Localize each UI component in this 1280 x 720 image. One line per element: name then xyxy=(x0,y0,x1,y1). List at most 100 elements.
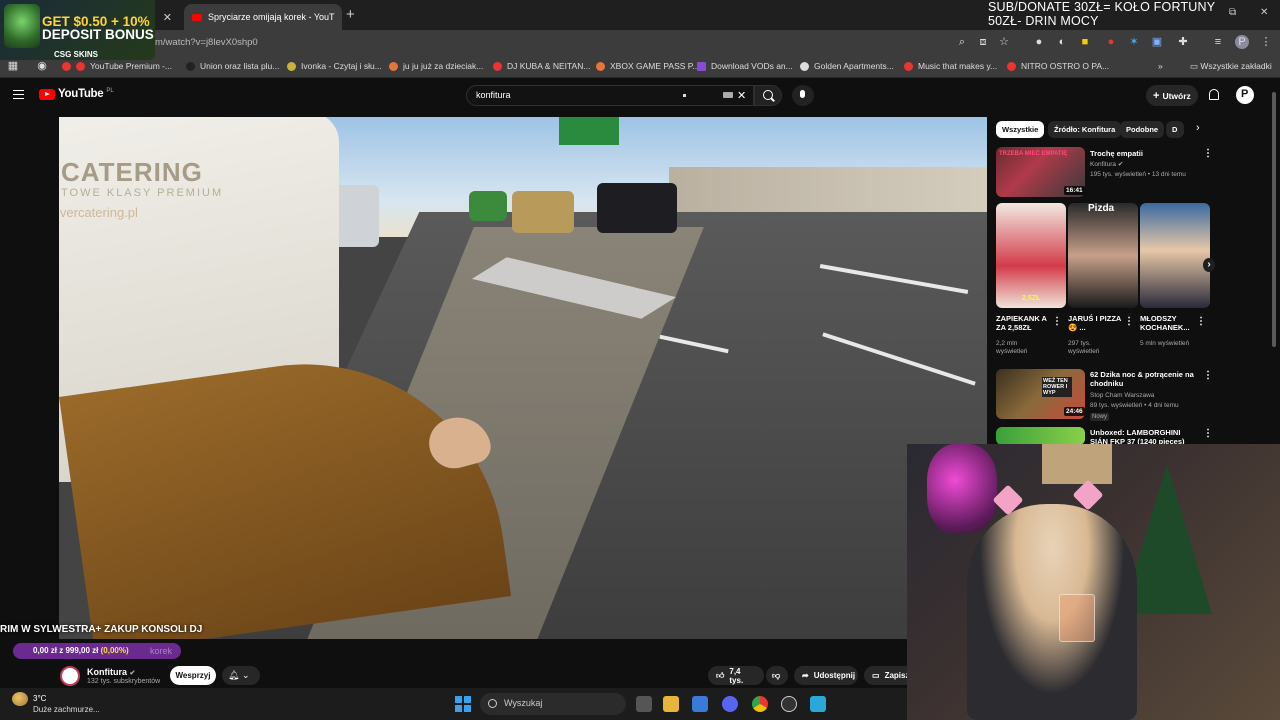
search-input[interactable]: konfitura xyxy=(466,85,754,106)
more-options-icon[interactable]: ⋮ xyxy=(1052,316,1062,327)
video-duration: 16:41 xyxy=(1064,186,1085,195)
short-thumbnail[interactable]: Pizda xyxy=(1068,203,1138,308)
bookmark-item[interactable]: DJ KUBA & NEITAN... xyxy=(493,61,590,71)
bookmark-item[interactable]: YouTube Premium -... xyxy=(62,61,172,71)
video-player[interactable]: CATERING TOWE KLASY PREMIUM lvercatering… xyxy=(59,117,987,639)
taskbar-search[interactable]: Wyszukaj xyxy=(480,693,626,715)
new-tab-button[interactable]: + xyxy=(346,6,355,23)
more-bookmarks-icon[interactable]: » xyxy=(1158,61,1163,71)
dislike-button[interactable]: 👎︎ xyxy=(766,666,788,685)
start-button[interactable] xyxy=(455,696,471,712)
install-icon[interactable]: ⧈ xyxy=(976,35,990,49)
extension-icon[interactable]: ● xyxy=(1032,35,1046,49)
extension-icon[interactable]: ✶ xyxy=(1127,35,1141,49)
task-view-icon[interactable] xyxy=(636,696,652,712)
support-button[interactable]: Wesprzyj xyxy=(170,666,216,685)
keyboard-icon[interactable] xyxy=(723,92,733,98)
extension-icon[interactable]: ■ xyxy=(1078,35,1092,49)
profile-icon[interactable]: P xyxy=(1235,35,1249,49)
more-options-icon[interactable]: ⋮ xyxy=(1203,370,1213,381)
search-button[interactable] xyxy=(754,85,782,106)
extension-icon[interactable]: ▣ xyxy=(1150,35,1164,49)
screen: ✕ Spryciarze omijają korek - YouT ✕ + ⧉ … xyxy=(0,0,1280,720)
clear-search-icon[interactable]: ✕ xyxy=(737,89,746,102)
more-options-icon[interactable]: ⋮ xyxy=(1124,316,1134,327)
caption-ghost-text: korek xyxy=(150,646,173,656)
notepad-icon[interactable] xyxy=(810,696,826,712)
thumbnail-caption: 2,5ZŁ xyxy=(1022,295,1041,302)
bookmark-item[interactable]: Golden Apartments... xyxy=(800,61,894,71)
discord-icon[interactable] xyxy=(722,696,738,712)
extensions-puzzle-icon[interactable]: ✚ xyxy=(1176,35,1190,49)
like-button[interactable]: 👍︎ 7,4 tys. xyxy=(708,666,764,685)
bookmark-star-icon[interactable]: ☆ xyxy=(997,35,1011,49)
weather-icon[interactable] xyxy=(12,692,28,706)
url-field[interactable]: m/watch?v=j8levX0shp0 xyxy=(155,37,258,48)
related-channel[interactable]: Konfitura ✔ xyxy=(1090,161,1123,169)
channel-avatar[interactable] xyxy=(60,666,80,686)
close-window-icon[interactable]: ✕ xyxy=(1260,7,1268,18)
file-explorer-icon[interactable] xyxy=(663,696,679,712)
weather-temperature[interactable]: 3°C xyxy=(33,694,46,703)
page-scrollbar[interactable] xyxy=(1272,92,1276,347)
notifications-bell-icon[interactable] xyxy=(1208,88,1220,101)
webcam-wall-frame xyxy=(1042,444,1112,484)
bookmark-icon[interactable]: ◉ xyxy=(35,59,49,73)
restore-window-icon[interactable]: ⧉ xyxy=(1229,7,1236,18)
channel-name[interactable]: Konfitura ✔ xyxy=(87,667,135,677)
youtube-favicon-icon xyxy=(904,61,913,71)
chip-source[interactable]: Źródło: Konfitura xyxy=(1048,121,1122,138)
zoom-icon[interactable]: ⌕ xyxy=(955,35,969,49)
extension-icon[interactable]: ● xyxy=(1104,35,1118,49)
short-title[interactable]: MŁODSZY KOCHANEK... xyxy=(1140,314,1196,332)
related-title[interactable]: 62 Dzika noc & potrącenie na chodniku xyxy=(1090,370,1200,388)
voice-search-icon[interactable] xyxy=(792,85,814,106)
bookmark-item[interactable]: Download VODs an... xyxy=(697,61,793,71)
chip-similar[interactable]: Podobne xyxy=(1120,121,1165,138)
bookmark-item[interactable]: Ivonka - Czytaj i słu... xyxy=(287,61,382,71)
chip-more[interactable]: D xyxy=(1166,121,1184,138)
bookmark-item[interactable]: Music that makes y... xyxy=(904,61,997,71)
store-icon[interactable] xyxy=(692,696,708,712)
promo-mascot-image xyxy=(4,4,40,48)
more-options-icon[interactable]: ⋮ xyxy=(1203,428,1213,439)
related-thumbnail[interactable] xyxy=(996,427,1085,445)
close-tab-icon[interactable]: ✕ xyxy=(341,11,342,24)
bookmark-item[interactable]: NITRO OSTRO O PA... xyxy=(1007,61,1109,71)
save-icon: ▭ xyxy=(872,671,880,680)
close-tab-icon[interactable]: ✕ xyxy=(163,11,172,24)
more-options-icon[interactable]: ⋮ xyxy=(1196,316,1206,327)
media-control-icon[interactable]: ≡ xyxy=(1211,35,1225,49)
thumbs-down-icon: 👎︎ xyxy=(772,670,781,680)
weather-description[interactable]: Duże zachmurze... xyxy=(33,705,100,714)
thumbnail-caption: WEŹ TEN ROWER I WYP xyxy=(1042,377,1072,397)
webcam-drink-glass xyxy=(1059,594,1095,642)
chip-all[interactable]: Wszystkie xyxy=(996,121,1045,138)
related-channel[interactable]: Stop Cham Warszawa xyxy=(1090,392,1154,400)
notification-settings-button[interactable]: 🔔︎ ⌄ xyxy=(222,666,260,685)
account-avatar[interactable] xyxy=(1236,86,1254,104)
related-title[interactable]: Trochę empatii xyxy=(1090,149,1195,158)
chevron-right-icon[interactable]: › xyxy=(1203,258,1215,272)
app-icon[interactable] xyxy=(781,696,797,712)
bookmark-item[interactable]: Union oraz lista plu... xyxy=(186,61,279,71)
apps-grid-icon[interactable]: ▦ xyxy=(6,59,20,73)
related-title[interactable]: Unboxed: LAMBORGHINI SIÁN FKP 37 (1240 p… xyxy=(1090,428,1200,445)
extension-icon[interactable]: ◐ xyxy=(1055,35,1069,49)
chevron-right-icon[interactable]: › xyxy=(1196,122,1200,134)
all-bookmarks-folder[interactable]: ▭ Wszystkie zakładki xyxy=(1190,61,1272,72)
browser-menu-icon[interactable]: ⋮ xyxy=(1259,35,1273,49)
more-options-icon[interactable]: ⋮ xyxy=(1203,148,1213,159)
bookmark-item[interactable]: ju ju już za dzieciak... xyxy=(389,61,483,71)
bookmark-item[interactable]: XBOX GAME PASS P... xyxy=(596,61,699,71)
short-thumbnail[interactable]: 2,5ZŁ xyxy=(996,203,1066,308)
browser-tab-active[interactable]: Spryciarze omijają korek - YouT ✕ xyxy=(184,4,342,30)
short-title[interactable]: ZAPIEKANK A ZA 2,58ZŁ xyxy=(996,314,1050,332)
hamburger-menu-icon[interactable] xyxy=(13,90,24,99)
short-title[interactable]: JARUŚ I PIZZA 😍 ... xyxy=(1068,314,1124,332)
chrome-icon[interactable] xyxy=(752,696,768,712)
share-button[interactable]: ➦ Udostępnij xyxy=(794,666,858,685)
create-button[interactable]: + Utwórz xyxy=(1146,85,1198,106)
short-thumbnail[interactable] xyxy=(1140,203,1210,308)
youtube-logo[interactable]: YouTube PL xyxy=(39,88,114,100)
